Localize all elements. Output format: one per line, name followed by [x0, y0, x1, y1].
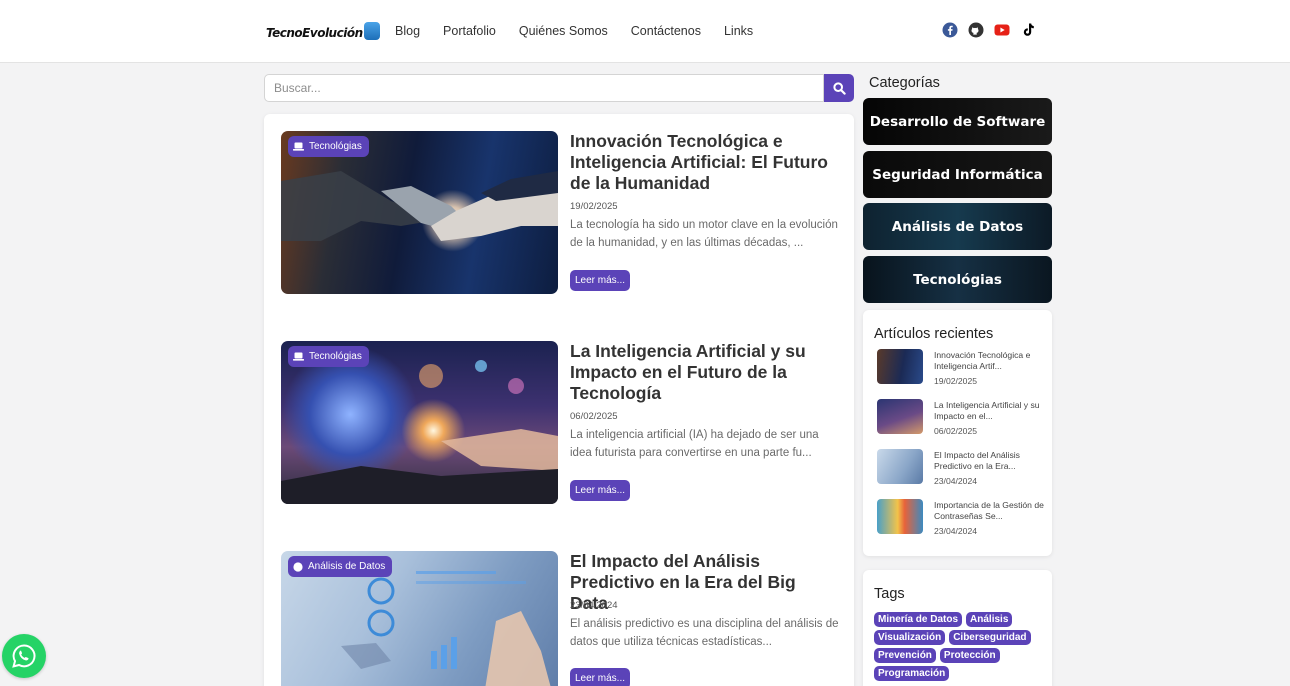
laptop-icon — [293, 352, 304, 361]
category-tile-label: Seguridad Informática — [872, 166, 1043, 183]
category-badge-label: Análisis de Datos — [308, 561, 386, 572]
whatsapp-button[interactable] — [2, 634, 46, 678]
tag-item[interactable]: Ciberseguridad — [949, 630, 1031, 645]
recent-article-date: 23/04/2024 — [934, 476, 978, 486]
nav-item-portafolio[interactable]: Portafolio — [443, 24, 496, 38]
post-date: 06/02/2025 — [570, 411, 618, 422]
category-tile-label: Desarrollo de Software — [869, 113, 1046, 130]
post-date: 19/02/2025 — [570, 201, 618, 212]
category-badge-label: Tecnológias — [309, 351, 362, 362]
search-input[interactable] — [264, 74, 824, 102]
post-card: Tecnológias Innovación Tecnológica e Int… — [281, 131, 841, 296]
category-badge-label: Tecnológias — [309, 141, 362, 152]
recent-article-date: 06/02/2025 — [934, 426, 978, 436]
recent-article-item[interactable]: La Inteligencia Artificial y su Impacto … — [877, 399, 1047, 439]
tag-list: Minería de Datos Análisis Visualización … — [874, 612, 1046, 681]
social-links — [942, 22, 1036, 38]
recent-article-thumbnail — [877, 349, 923, 384]
recent-article-item[interactable]: Innovación Tecnológica e Inteligencia Ar… — [877, 349, 1047, 389]
tag-item[interactable]: Programación — [874, 666, 950, 681]
read-more-button[interactable]: Leer más... — [570, 270, 631, 291]
recent-article-title: Importancia de la Gestión de Contraseñas… — [934, 500, 1044, 521]
post-date: 23/04/2024 — [570, 600, 618, 611]
post-excerpt: La inteligencia artificial (IA) ha dejad… — [570, 429, 819, 459]
post-card: Tecnológias La Inteligencia Artificial y… — [281, 341, 841, 506]
category-badge[interactable]: Análisis de Datos — [288, 556, 393, 577]
recent-article-thumbnail — [877, 499, 923, 534]
category-tile-desarrollo-software[interactable]: Desarrollo de Software — [863, 98, 1052, 145]
category-tile-seguridad-informatica[interactable]: Seguridad Informática — [863, 151, 1052, 198]
post-excerpt: El análisis predictivo es una disciplina… — [570, 618, 839, 648]
recent-article-thumbnail — [877, 399, 923, 434]
category-tile-analisis-datos[interactable]: Análisis de Datos — [863, 203, 1052, 250]
posts-panel: Tecnológias Innovación Tecnológica e Int… — [264, 114, 854, 686]
github-icon[interactable] — [968, 22, 984, 38]
logo-robot-icon — [363, 22, 380, 40]
post-thumbnail[interactable]: Análisis de Datos — [281, 551, 558, 686]
recent-articles-panel: Artículos recientes Innovación Tecnológi… — [863, 310, 1052, 556]
tag-item[interactable]: Análisis — [966, 612, 1013, 627]
post-card: Análisis de Datos El Impacto del Análisi… — [281, 551, 841, 686]
recent-article-thumbnail — [877, 449, 923, 484]
category-tile-tecnologias[interactable]: Tecnológias — [863, 256, 1052, 303]
read-more-button[interactable]: Leer más... — [570, 480, 631, 501]
category-badge[interactable]: Tecnológias — [288, 136, 369, 157]
category-tile-label: Tecnológias — [913, 271, 1002, 288]
laptop-icon — [293, 142, 304, 151]
recent-article-title: El Impacto del Análisis Predictivo en la… — [934, 450, 1020, 471]
post-thumbnail[interactable]: Tecnológias — [281, 341, 558, 504]
recent-article-title: La Inteligencia Artificial y su Impacto … — [934, 400, 1040, 421]
category-badge[interactable]: Tecnológias — [288, 346, 369, 367]
tags-title: Tags — [874, 586, 905, 602]
nav-item-blog[interactable]: Blog — [395, 24, 420, 38]
tags-panel: Tags Minería de Datos Análisis Visualiza… — [863, 570, 1052, 686]
post-title[interactable]: Innovación Tecnológica e Inteligencia Ar… — [570, 131, 836, 194]
post-excerpt: La tecnología ha sido un motor clave en … — [570, 219, 838, 249]
post-title[interactable]: La Inteligencia Artificial y su Impacto … — [570, 341, 836, 404]
recent-articles-title: Artículos recientes — [874, 326, 994, 342]
tag-item[interactable]: Visualización — [874, 630, 946, 645]
recent-article-date: 19/02/2025 — [934, 376, 978, 386]
tiktok-icon[interactable] — [1020, 22, 1036, 38]
read-more-button[interactable]: Leer más... — [570, 668, 631, 686]
recent-article-title: Innovación Tecnológica e Inteligencia Ar… — [934, 350, 1031, 371]
recent-article-item[interactable]: Importancia de la Gestión de Contraseñas… — [877, 499, 1047, 539]
nav-item-links[interactable]: Links — [724, 24, 753, 38]
tag-item[interactable]: Minería de Datos — [874, 612, 963, 627]
search-icon — [832, 81, 846, 95]
tag-item[interactable]: Prevención — [874, 648, 936, 663]
recent-article-item[interactable]: El Impacto del Análisis Predictivo en la… — [877, 449, 1047, 489]
category-tile-label: Análisis de Datos — [891, 218, 1024, 235]
nav-item-contactenos[interactable]: Contáctenos — [631, 24, 701, 38]
logo-text: TecnoEvolución — [266, 26, 363, 40]
tag-item[interactable]: Protección — [939, 648, 1000, 663]
post-thumbnail[interactable]: Tecnológias — [281, 131, 558, 294]
database-icon — [293, 561, 303, 572]
nav-item-quienes-somos[interactable]: Quiénes Somos — [519, 24, 608, 38]
site-logo[interactable]: TecnoEvolución — [266, 22, 380, 44]
search-button[interactable] — [824, 74, 854, 102]
categories-title: Categorías — [869, 75, 940, 91]
facebook-icon[interactable] — [942, 22, 958, 38]
youtube-icon[interactable] — [994, 22, 1010, 38]
top-navbar: TecnoEvolución Blog Portafolio Quiénes S… — [0, 0, 1290, 63]
whatsapp-icon — [12, 644, 36, 668]
main-menu: Blog Portafolio Quiénes Somos Contácteno… — [395, 24, 776, 38]
recent-article-date: 23/04/2024 — [934, 526, 978, 536]
